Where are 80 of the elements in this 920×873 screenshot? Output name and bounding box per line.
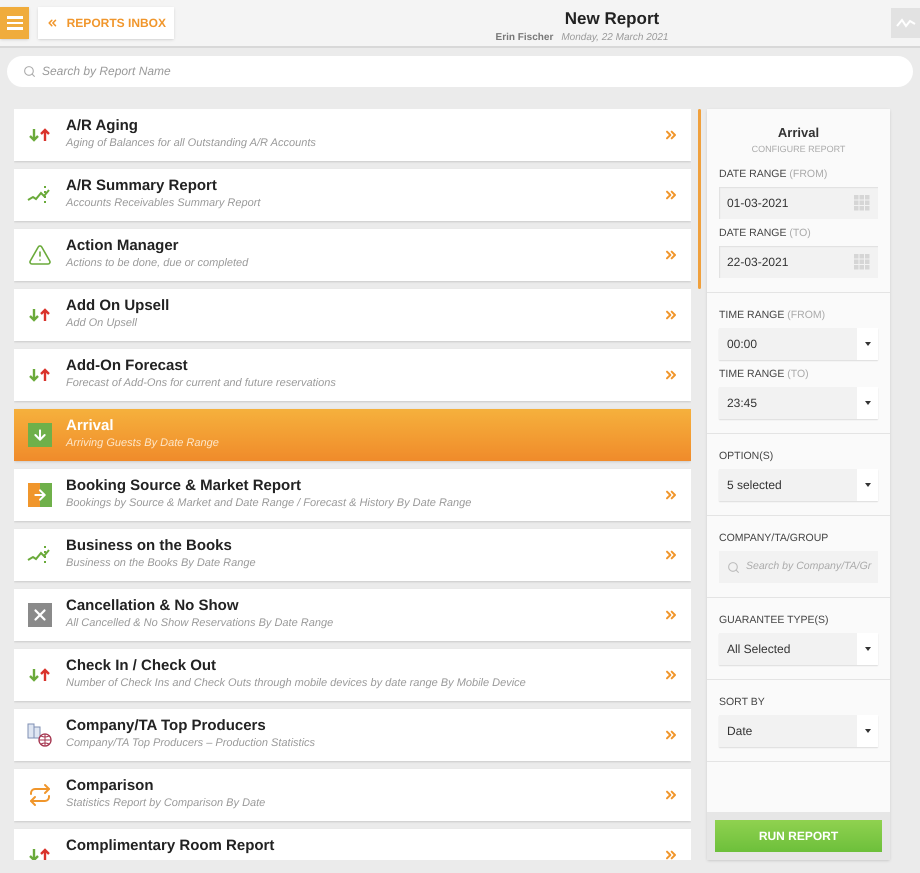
- report-title: Arrival: [66, 417, 115, 435]
- report-title: Business on the Books: [66, 537, 233, 555]
- down-up-arrows-icon: [28, 307, 52, 323]
- caret-icon: [864, 342, 870, 346]
- dropdown[interactable]: 00:00: [719, 328, 878, 360]
- search-icon: [23, 64, 36, 78]
- report-title: Booking Source & Market Report: [66, 477, 302, 495]
- report-item[interactable]: A/R Summary Report Accounts Receivables Summary Report: [14, 169, 691, 221]
- down-up-arrows-icon: [28, 127, 52, 143]
- down-up-arrows-icon: [28, 367, 52, 383]
- caret-icon: [864, 647, 870, 651]
- menu-button[interactable]: [0, 7, 29, 39]
- report-description: All Cancelled & No Show Reservations By Date Range: [66, 616, 334, 631]
- report-title: Cancellation & No Show: [66, 597, 240, 615]
- dropdown[interactable]: 5 selected: [719, 469, 878, 501]
- activity-button[interactable]: [891, 8, 920, 38]
- report-description: Actions to be done, due or completed: [66, 256, 250, 271]
- report-item[interactable]: Add On Upsell Add On Upsell: [14, 289, 691, 341]
- report-description: Statistics Report by Comparison By Date: [66, 796, 266, 811]
- report-item[interactable]: Add-On Forecast Forecast of Add-Ons for current and future reservations: [14, 349, 691, 401]
- report-item[interactable]: Complimentary Room Report: [14, 829, 691, 860]
- calendar-grid-icon: [854, 195, 870, 211]
- report-description: Arriving Guests By Date Range: [66, 436, 220, 451]
- down-up-arrows-icon: [28, 667, 52, 683]
- report-item[interactable]: Business on the Books Business on the Books By Date Range: [14, 529, 691, 581]
- report-description: Forecast of Add-Ons for current and future reservations: [66, 376, 337, 391]
- report-description: Company/TA Top Producers – Production Statistics: [66, 736, 316, 751]
- report-item[interactable]: A/R Aging Aging of Balances for all Outstanding A/R Accounts: [14, 109, 691, 161]
- report-item[interactable]: Check In / Check Out Number of Check Ins and Check Outs through mobile devices by date range By Mobile Device: [14, 649, 691, 701]
- field-label: DATE RANGE (TO): [719, 227, 812, 240]
- report-description: Business on the Books By Date Range: [66, 556, 257, 571]
- field-label: GUARANTEE TYPE(S): [719, 614, 830, 627]
- pulse-line-icon: [896, 17, 916, 29]
- report-description: Aging of Balances for all Outstanding A/R Accounts: [66, 136, 317, 151]
- dropdown[interactable]: Date: [719, 715, 878, 747]
- report-title: Complimentary Room Report: [66, 837, 276, 855]
- report-title: Comparison: [66, 777, 155, 795]
- report-item[interactable]: Company/TA Top Producers Company/TA Top Producers – Production Statistics: [14, 709, 691, 761]
- report-description: Number of Check Ins and Check Outs through mobile devices by date range By Mobile Device: [66, 676, 527, 691]
- panel-title: Arrival: [778, 124, 820, 142]
- split-arrow-icon: [28, 483, 52, 507]
- field-label: COMPANY/TA/GROUP: [719, 532, 830, 545]
- current-date: Monday, 22 March 2021: [561, 30, 668, 44]
- report-title: A/R Aging: [66, 117, 139, 135]
- caret-icon: [864, 729, 870, 733]
- dropdown[interactable]: All Selected: [719, 633, 878, 665]
- building-globe-icon: [27, 722, 53, 748]
- report-description: Bookings by Source & Market and Date Range / Forecast & History By Date Range: [66, 496, 472, 511]
- field-label: SORT BY: [719, 696, 766, 709]
- field-label: TIME RANGE (TO): [719, 368, 810, 381]
- calendar-grid-icon: [854, 254, 870, 270]
- report-item[interactable]: Action Manager Actions to be done, due or completed: [14, 229, 691, 281]
- report-item[interactable]: Comparison Statistics Report by Comparison By Date: [14, 769, 691, 821]
- page-title: New Report: [564, 8, 660, 30]
- report-title: Action Manager: [66, 237, 180, 255]
- report-item[interactable]: Booking Source & Market Report Bookings by Source & Market and Date Range / Forecast & History By Date Range: [14, 469, 691, 521]
- report-item[interactable]: Cancellation & No Show All Cancelled & No Show Reservations By Date Range: [14, 589, 691, 641]
- report-title: A/R Summary Report: [66, 177, 218, 195]
- scrollbar[interactable]: [698, 109, 700, 289]
- field-label: OPTION(S): [719, 450, 774, 463]
- repeat-arrows-icon: [28, 783, 52, 807]
- report-title: Add On Upsell: [66, 297, 170, 315]
- user-name: Erin Fischer: [496, 30, 554, 44]
- close-square-icon: [28, 603, 52, 627]
- panel-subtitle: CONFIGURE REPORT: [752, 142, 846, 156]
- report-title: Check In / Check Out: [66, 657, 218, 675]
- field-label: TIME RANGE (FROM): [719, 309, 826, 322]
- report-description: Add On Upsell: [66, 316, 138, 331]
- dropdown[interactable]: 23:45: [719, 387, 878, 419]
- field-label: DATE RANGE (FROM): [719, 168, 828, 181]
- caret-icon: [864, 401, 870, 405]
- down-up-arrows-icon: [28, 847, 52, 860]
- caret-icon: [864, 483, 870, 487]
- warning-icon: [28, 243, 52, 267]
- report-title: Add-On Forecast: [66, 357, 189, 375]
- date-field[interactable]: 01-03-2021: [719, 187, 878, 219]
- report-description: Accounts Receivables Summary Report: [66, 196, 262, 211]
- date-field[interactable]: 22-03-2021: [719, 246, 878, 278]
- report-title: Company/TA Top Producers: [66, 717, 267, 735]
- search-icon: [727, 560, 740, 574]
